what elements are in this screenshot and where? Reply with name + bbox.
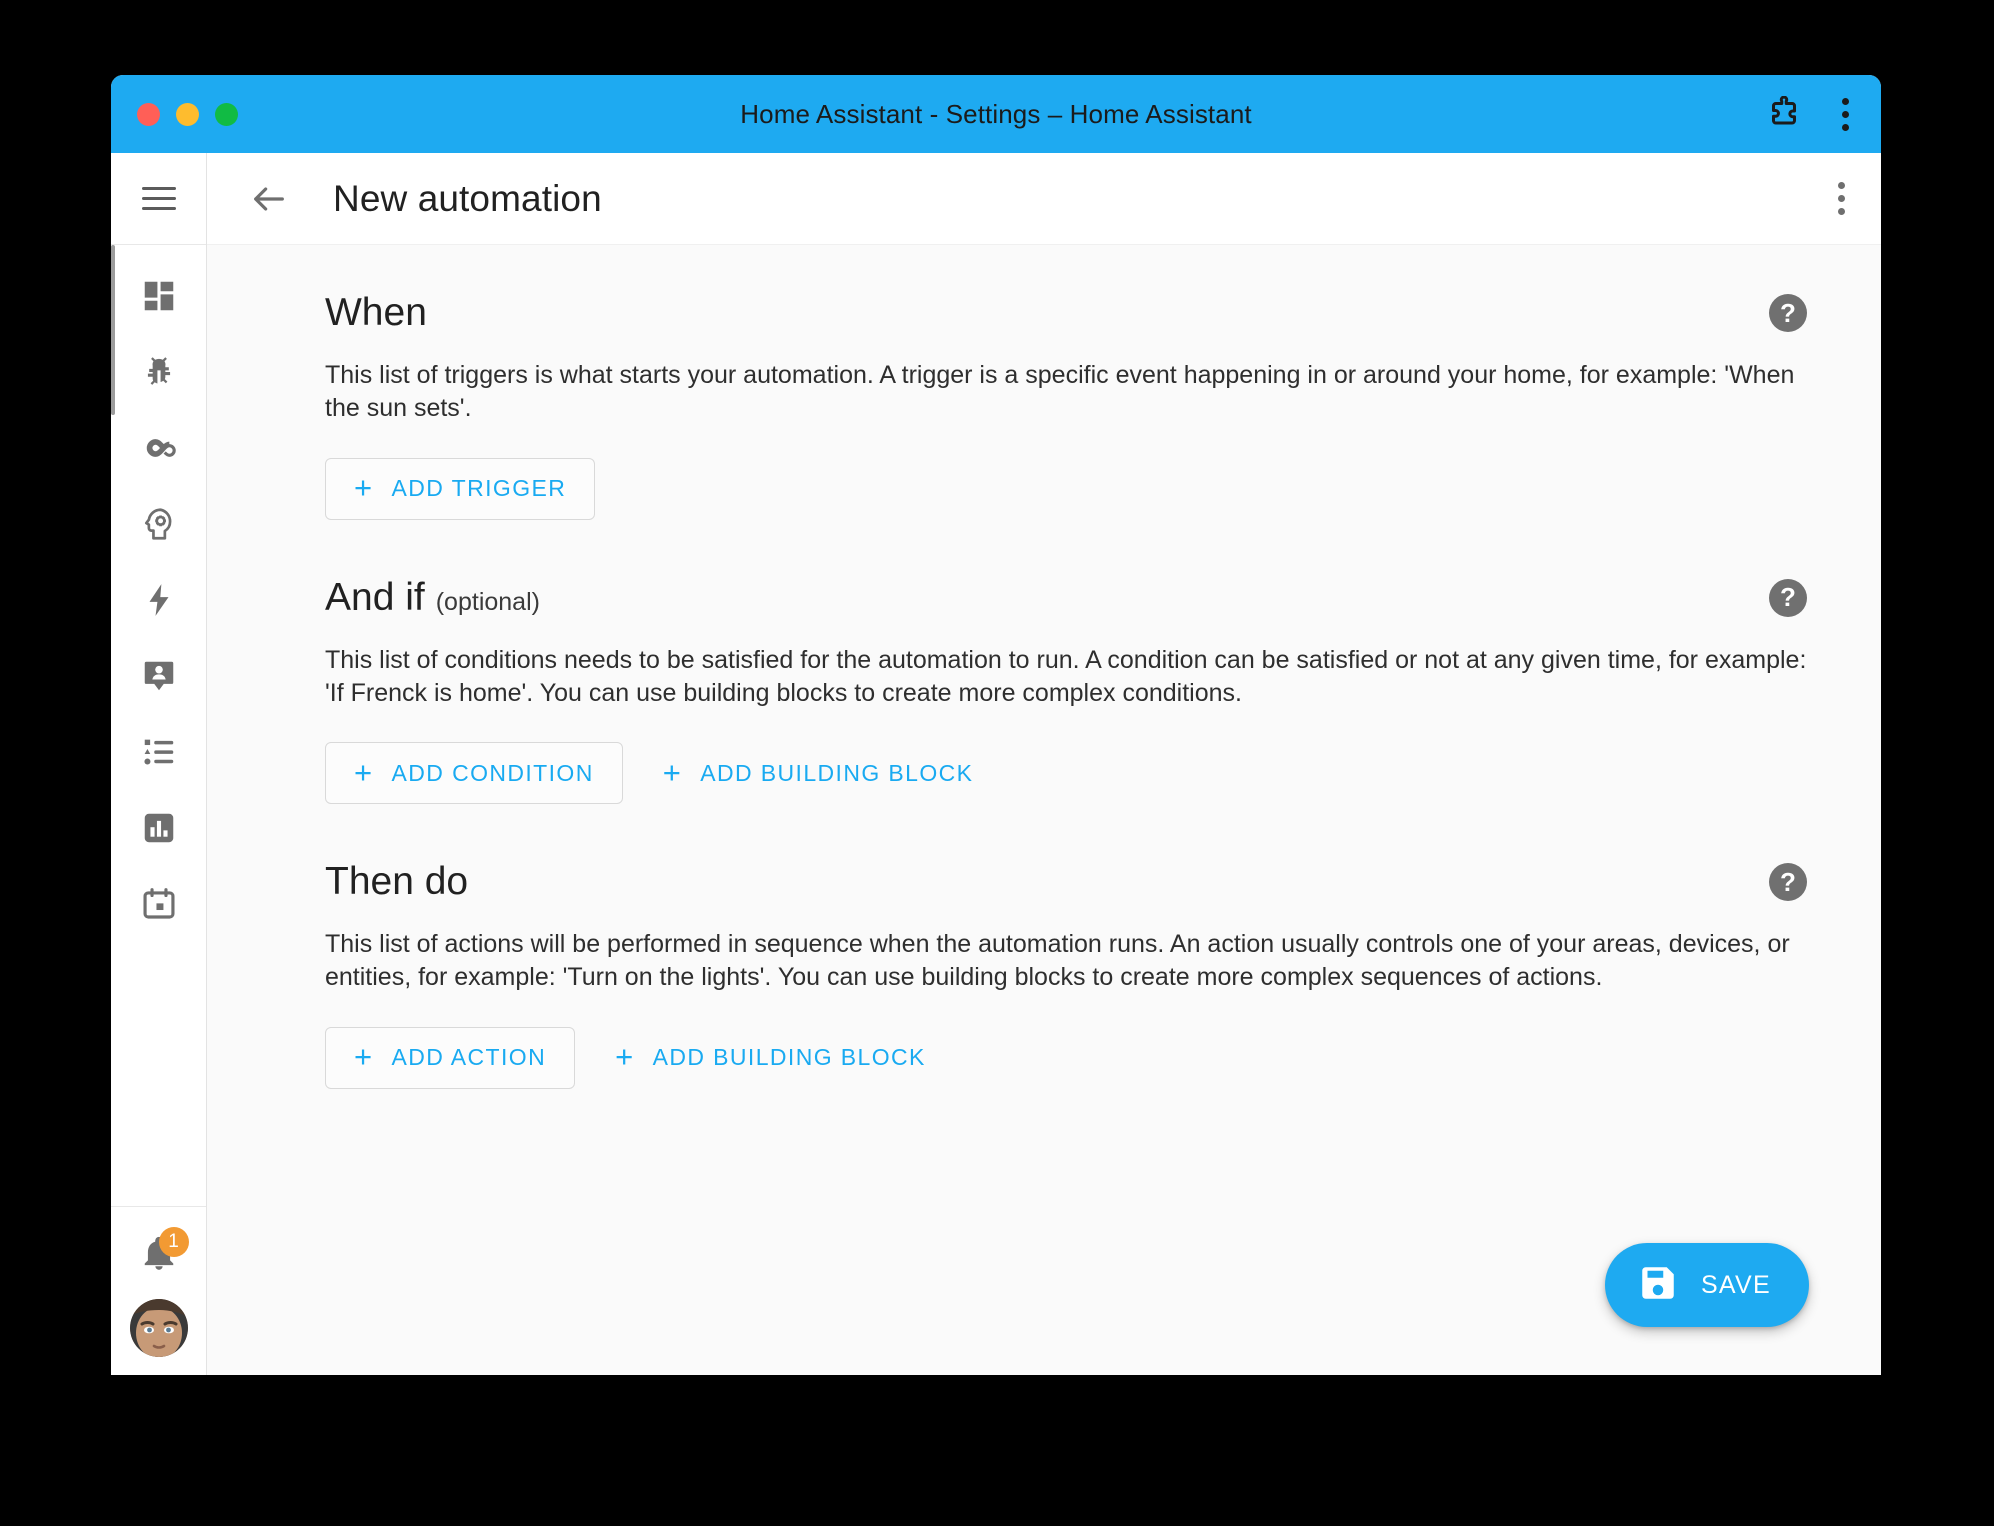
app-container: 1 New automation When ? This list of tri… [111,153,1881,1375]
plus-icon: + [615,1039,635,1074]
hamburger-menu-icon[interactable] [141,187,176,210]
minimize-window-button[interactable] [176,102,199,126]
add-condition-button-label: ADD CONDITION [391,759,594,786]
close-window-button[interactable] [137,102,160,126]
sidebar-item-automations[interactable] [129,423,189,473]
extensions-icon[interactable] [1766,96,1802,132]
browser-window: Home Assistant - Settings – Home Assista… [111,75,1881,1375]
section-actions-when: + ADD TRIGGER [325,457,1807,520]
maximize-window-button[interactable] [215,102,238,126]
page-title: New automation [333,177,602,219]
sidebar-item-map[interactable] [129,651,189,701]
help-icon-then-do[interactable]: ? [1769,863,1807,901]
plus-icon: + [354,470,374,505]
automation-editor: When ? This list of triggers is what sta… [207,245,1881,1375]
sidebar-scrollbar[interactable] [111,245,115,415]
sidebar-item-overview[interactable] [129,271,189,321]
section-when: When ? This list of triggers is what sta… [325,291,1807,520]
section-header-and-if: And if (optional) ? [325,576,1807,620]
plus-icon: + [354,1039,374,1074]
plus-icon: + [662,754,683,790]
overflow-menu-icon[interactable] [1832,176,1851,221]
section-then-do: Then do ? This list of actions will be p… [325,860,1807,1089]
section-actions-and-if: + ADD CONDITION + ADD BUILDING BLOCK [325,742,1807,804]
section-actions-then-do: + ADD ACTION + ADD BUILDING BLOCK [325,1026,1807,1089]
sidebar-item-developer-tools[interactable] [129,347,189,397]
sidebar-item-logbook[interactable] [129,727,189,777]
sidebar-items [111,245,206,1206]
section-header-then-do: Then do ? [325,860,1807,904]
sidebar-item-energy[interactable] [129,575,189,625]
save-button[interactable]: SAVE [1604,1243,1809,1327]
app-toolbar: New automation [207,153,1881,245]
add-trigger-button[interactable]: + ADD TRIGGER [325,457,596,520]
add-building-block-action-label: ADD BUILDING BLOCK [652,1044,926,1070]
browser-toolbar-actions [1766,92,1855,137]
save-button-label: SAVE [1700,1270,1771,1299]
notifications-button[interactable]: 1 [129,1227,189,1279]
sidebar-footer: 1 [111,1206,206,1375]
add-building-block-condition-label: ADD BUILDING BLOCK [700,759,974,786]
window-titlebar: Home Assistant - Settings – Home Assista… [111,75,1881,153]
user-avatar[interactable] [129,1299,188,1357]
section-and-if: And if (optional) ? This list of conditi… [325,576,1807,804]
section-title-when: When [325,291,427,335]
window-controls [137,102,238,126]
add-action-button-label: ADD ACTION [391,1044,547,1070]
section-title-then-do-text: Then do [325,860,469,903]
section-description-and-if: This list of conditions needs to be sati… [325,645,1807,707]
sidebar-item-calendar[interactable] [129,879,189,929]
browser-menu-icon[interactable] [1836,92,1855,137]
section-title-then-do: Then do [325,860,468,904]
add-trigger-button-label: ADD TRIGGER [391,475,567,501]
main-panel: New automation When ? This list of trigg… [207,153,1881,1375]
add-condition-button[interactable]: + ADD CONDITION [325,742,623,804]
notification-count-badge: 1 [158,1227,189,1257]
section-header-when: When ? [325,291,1807,335]
section-title-and-if-optional: (optional) [435,587,540,616]
back-arrow-icon[interactable] [241,171,297,227]
sidebar-header [111,153,206,245]
sidebar-item-history[interactable] [129,803,189,853]
window-title: Home Assistant - Settings – Home Assista… [740,98,1252,129]
sidebar: 1 [111,153,207,1375]
toolbar-actions [1832,176,1851,221]
plus-icon: + [354,754,374,790]
add-building-block-button-action[interactable]: + ADD BUILDING BLOCK [587,1027,954,1089]
add-action-button[interactable]: + ADD ACTION [325,1026,576,1089]
section-description-then-do: This list of actions will be performed i… [325,930,1790,992]
help-icon-and-if[interactable]: ? [1769,578,1807,617]
add-building-block-button-condition[interactable]: + ADD BUILDING BLOCK [635,742,1002,804]
section-title-and-if: And if (optional) [325,576,540,620]
section-description-when: This list of triggers is what starts you… [325,361,1795,423]
help-icon-when[interactable]: ? [1769,294,1807,332]
sidebar-item-settings[interactable] [129,499,189,549]
section-title-and-if-text: And if [325,575,425,619]
content-save-icon [1637,1262,1679,1309]
section-title-when-text: When [325,291,427,334]
